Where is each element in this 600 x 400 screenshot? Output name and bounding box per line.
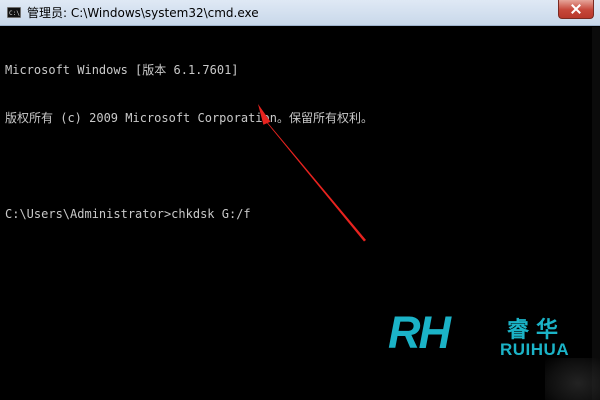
cmd-window: C:\ 管理员: C:\Windows\system32\cmd.exe Mic… xyxy=(0,0,600,400)
logo-english-text: RUIHUA xyxy=(500,340,570,359)
ruihua-watermark-logo: RH 睿华 RUIHUA xyxy=(388,307,598,360)
logo-mark: RH xyxy=(388,307,451,358)
corner-watermark-smudge xyxy=(545,358,600,400)
